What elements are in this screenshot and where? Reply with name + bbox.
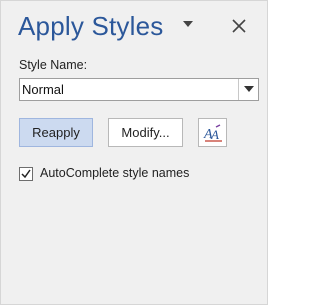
svg-text:A: A (210, 127, 219, 142)
pane-options-button[interactable] (181, 17, 195, 31)
apply-styles-pane: Apply Styles Style Name: Reapply Modify.… (0, 0, 268, 305)
close-button[interactable] (231, 18, 247, 34)
chevron-down-icon (244, 86, 254, 92)
style-inspector-icon: A A (203, 124, 222, 142)
reapply-button[interactable]: Reapply (19, 118, 93, 147)
autocomplete-label[interactable]: AutoComplete style names (40, 166, 189, 180)
style-name-label: Style Name: (19, 58, 88, 72)
chevron-down-icon (183, 21, 193, 27)
autocomplete-checkbox[interactable] (19, 167, 33, 181)
pane-title: Apply Styles (18, 11, 164, 41)
style-inspector-button[interactable]: A A (198, 118, 227, 147)
close-icon (232, 19, 246, 33)
style-name-input[interactable] (20, 79, 238, 100)
style-name-dropdown-button[interactable] (238, 79, 258, 100)
modify-button[interactable]: Modify... (108, 118, 183, 147)
style-name-combobox[interactable] (19, 78, 259, 101)
checkmark-icon (21, 169, 31, 179)
